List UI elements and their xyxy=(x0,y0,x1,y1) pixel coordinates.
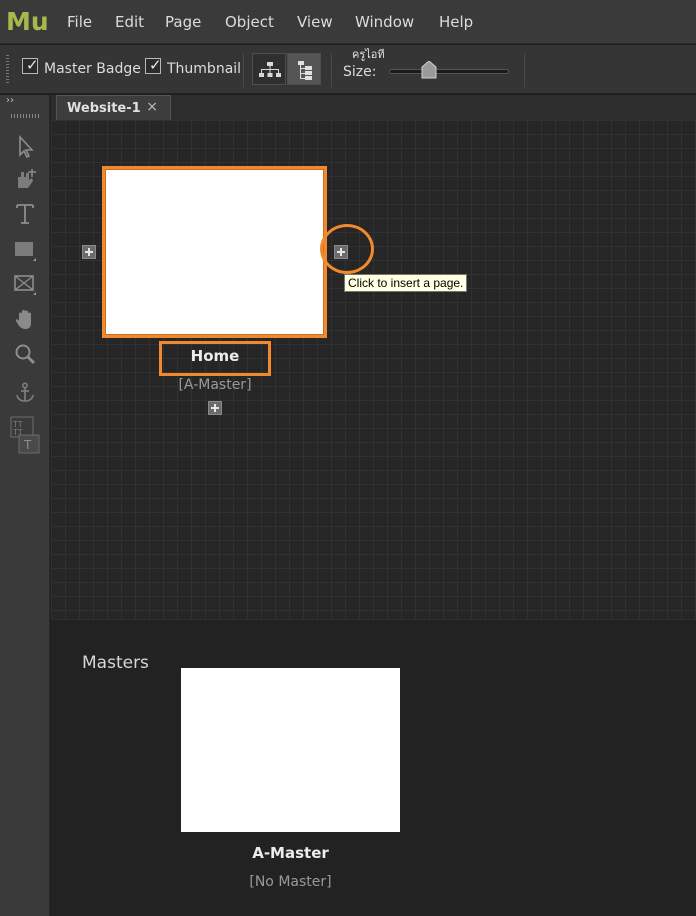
toolbar-grip[interactable] xyxy=(6,55,9,83)
close-icon[interactable]: × xyxy=(146,99,158,115)
menu-object[interactable]: Object xyxy=(225,13,274,31)
toolbar-divider xyxy=(524,53,525,87)
sitemap-tree-icon xyxy=(259,62,281,77)
sitemap-view-button[interactable] xyxy=(252,53,286,85)
menu-page[interactable]: Page xyxy=(165,13,201,31)
master-name[interactable]: A-Master xyxy=(181,844,400,862)
page-master-badge: [A-Master] xyxy=(178,377,252,393)
thumbnail-label[interactable]: Thumbnail xyxy=(167,61,241,77)
callout-circle xyxy=(320,224,374,274)
crop-hand-icon xyxy=(18,169,36,188)
menu-bar: Mu File Edit Page Object View Window Hel… xyxy=(0,0,696,44)
insert-child-page-button[interactable] xyxy=(208,401,222,415)
checkmark-icon: ✓ xyxy=(149,56,162,74)
list-tree-icon xyxy=(298,61,312,80)
size-slider-track[interactable] xyxy=(389,69,509,74)
menu-window[interactable]: Window xyxy=(355,13,414,31)
control-bar: ✓ Master Badge ✓ Thumbnail ครูไอที Size: xyxy=(0,45,696,94)
app-logo: Mu xyxy=(6,7,49,36)
rectangle-icon xyxy=(15,242,36,261)
checkmark-icon: ✓ xyxy=(26,56,39,74)
master-badge-checkbox[interactable]: ✓ xyxy=(22,56,39,74)
text-frame-tool[interactable]: TT TT T xyxy=(9,415,41,455)
tab-title: Website-1 xyxy=(67,101,141,116)
page-name-home[interactable]: Home xyxy=(159,347,271,365)
list-view-button[interactable] xyxy=(287,53,321,85)
text-frames-icon: TT TT T xyxy=(10,416,40,454)
masters-heading: Masters xyxy=(82,653,149,673)
anchor-tool[interactable] xyxy=(9,378,41,408)
size-slider-thumb[interactable] xyxy=(421,61,437,79)
panel-grip[interactable] xyxy=(11,114,39,118)
master-badge-label[interactable]: Master Badge xyxy=(44,61,141,77)
menu-help[interactable]: Help xyxy=(439,13,473,31)
image-frame-tool[interactable] xyxy=(9,269,41,299)
selection-tool[interactable] xyxy=(9,132,41,162)
thumbnail-checkbox[interactable]: ✓ xyxy=(145,56,162,74)
toolbar-divider xyxy=(331,53,332,87)
insert-page-left-button[interactable] xyxy=(82,245,96,259)
a-master-thumbnail[interactable] xyxy=(181,668,400,832)
crop-tool[interactable] xyxy=(9,165,41,195)
menu-edit[interactable]: Edit xyxy=(115,13,144,31)
master-parent-badge: [No Master] xyxy=(249,874,332,890)
zoom-tool[interactable] xyxy=(9,339,41,369)
rectangle-tool[interactable] xyxy=(9,235,41,265)
toolbar-divider xyxy=(243,53,244,87)
menu-view[interactable]: View xyxy=(297,13,333,31)
watermark-caption: ครูไอที xyxy=(352,48,385,61)
text-tool[interactable] xyxy=(9,199,41,229)
text-t-icon xyxy=(16,204,34,224)
size-label: Size: xyxy=(343,64,377,80)
svg-text:T: T xyxy=(23,438,32,452)
hand-tool[interactable] xyxy=(9,305,41,335)
hand-icon xyxy=(15,310,31,329)
collapse-panel-icon[interactable]: ›› xyxy=(6,95,14,106)
insert-page-tooltip: Click to insert a page. xyxy=(344,274,468,292)
tool-panel: ›› TT TT T xyxy=(0,95,50,916)
arrow-pointer-icon xyxy=(19,135,34,159)
tab-website-1[interactable]: Website-1 × xyxy=(56,95,171,120)
anchor-icon xyxy=(16,382,34,402)
home-page-thumbnail[interactable] xyxy=(102,166,327,338)
menu-file[interactable]: File xyxy=(67,13,92,31)
magnifier-icon xyxy=(15,344,36,365)
image-frame-icon xyxy=(14,275,36,295)
